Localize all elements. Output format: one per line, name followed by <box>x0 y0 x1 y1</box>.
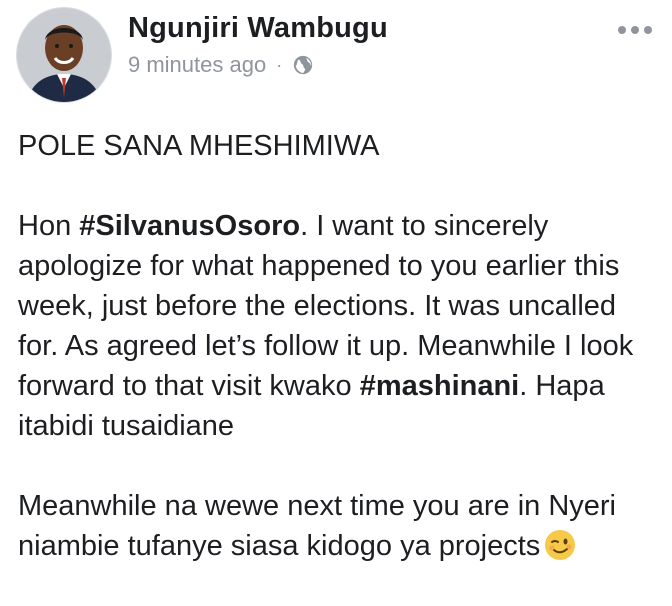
hashtag-link[interactable]: #SilvanusOsoro <box>79 210 300 242</box>
more-dot-icon <box>618 26 626 34</box>
avatar-photo <box>17 8 111 102</box>
author-avatar[interactable] <box>17 8 111 102</box>
more-dot-icon <box>631 26 639 34</box>
more-dot-icon <box>644 26 652 34</box>
text-segment: Meanwhile na wewe next time you are in N… <box>18 490 616 562</box>
more-options-button[interactable] <box>618 26 652 34</box>
facebook-post: Ngunjiri Wambugu 9 minutes ago · POLE SA… <box>0 0 672 606</box>
hashtag-link[interactable]: #mashinani <box>360 370 520 402</box>
author-name[interactable]: Ngunjiri Wambugu <box>128 12 388 45</box>
post-paragraph-2: Hon #SilvanusOsoro. I want to sincerely … <box>18 206 658 446</box>
post-body: POLE SANA MHESHIMIWA Hon #SilvanusOsoro.… <box>18 126 658 566</box>
post-paragraph-3: Meanwhile na wewe next time you are in N… <box>18 486 658 566</box>
globe-icon[interactable] <box>292 54 314 76</box>
text-segment: Hon <box>18 210 80 242</box>
post-meta: 9 minutes ago · <box>128 52 314 78</box>
post-paragraph-1: POLE SANA MHESHIMIWA <box>18 130 380 162</box>
post-timestamp[interactable]: 9 minutes ago <box>128 52 266 78</box>
winking-face-emoji-icon <box>545 530 576 560</box>
meta-separator: · <box>276 54 283 75</box>
